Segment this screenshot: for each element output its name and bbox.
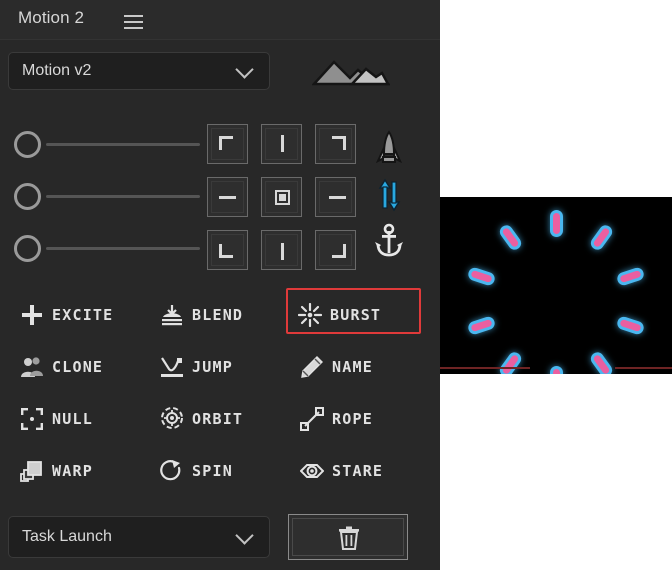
orbit-icon — [160, 407, 184, 431]
preset-dropdown-value: Motion v2 — [22, 62, 92, 79]
motion-panel: Motion 2 Motion v2 EXCITE BLEND BURST CL… — [0, 0, 440, 570]
vertical-arrows-icon[interactable] — [370, 175, 408, 215]
burst-dash — [501, 353, 520, 374]
slider-1[interactable] — [14, 131, 200, 159]
slider-1-track[interactable] — [46, 143, 200, 146]
burst-dash — [470, 318, 493, 332]
delete-button[interactable] — [288, 514, 408, 560]
action-stare[interactable]: STARE — [288, 446, 423, 492]
burst-dash — [501, 227, 520, 249]
action-spin-label: SPIN — [192, 462, 233, 480]
null-brackets-icon — [20, 407, 44, 431]
panel-titlebar: Motion 2 — [0, 0, 440, 40]
slider-1-knob[interactable] — [14, 131, 41, 158]
action-excite[interactable]: EXCITE — [8, 290, 143, 336]
plus-icon — [20, 303, 44, 327]
align-bottom-center[interactable] — [261, 230, 302, 270]
align-top-center[interactable] — [261, 124, 302, 164]
action-warp-label: WARP — [52, 462, 93, 480]
align-top-right[interactable] — [315, 124, 356, 164]
spin-arrow-icon — [160, 459, 184, 483]
burst-dash — [619, 318, 642, 332]
align-center[interactable] — [261, 177, 302, 217]
action-blend-label: BLEND — [192, 306, 244, 324]
action-null[interactable]: NULL — [8, 394, 143, 440]
burst-dash — [592, 353, 611, 374]
app-root: Motion 2 Motion v2 EXCITE BLEND BURST CL… — [0, 0, 672, 570]
action-rope-label: ROPE — [332, 410, 373, 428]
action-warp[interactable]: WARP — [8, 446, 143, 492]
trash-can-icon — [337, 526, 361, 550]
canvas-baseline — [440, 367, 672, 369]
alignment-grid — [207, 124, 356, 270]
action-excite-label: EXCITE — [52, 306, 114, 324]
align-middle-left[interactable] — [207, 177, 248, 217]
preview-canvas[interactable] — [440, 197, 672, 374]
preset-dropdown[interactable]: Motion v2 — [8, 52, 270, 90]
task-dropdown-value: Task Launch — [22, 528, 112, 545]
chevron-down-icon — [235, 526, 254, 545]
burst-rays-icon — [297, 302, 323, 328]
slider-3[interactable] — [14, 235, 200, 263]
pencil-icon — [300, 355, 324, 379]
action-jump[interactable]: JUMP — [148, 342, 283, 388]
action-orbit[interactable]: ORBIT — [148, 394, 283, 440]
burst-dash — [619, 270, 642, 284]
chevron-down-icon — [235, 60, 254, 79]
action-name[interactable]: NAME — [288, 342, 423, 388]
rope-link-icon — [300, 407, 324, 431]
action-clone[interactable]: CLONE — [8, 342, 143, 388]
action-orbit-label: ORBIT — [192, 410, 244, 428]
action-button-grid: EXCITE BLEND BURST CLONE JUMP NAME NULL … — [0, 288, 440, 495]
slider-2-knob[interactable] — [14, 183, 41, 210]
eye-icon — [299, 459, 325, 483]
clone-people-icon — [20, 355, 44, 379]
align-bottom-right[interactable] — [315, 230, 356, 270]
burst-dash — [552, 212, 560, 234]
align-top-left[interactable] — [207, 124, 248, 164]
hamburger-menu-icon[interactable] — [124, 15, 143, 29]
action-stare-label: STARE — [332, 462, 384, 480]
jump-arc-icon — [160, 355, 184, 379]
action-spin[interactable]: SPIN — [148, 446, 283, 492]
burst-dash — [470, 270, 493, 284]
slider-2-track[interactable] — [46, 195, 200, 198]
blend-layers-icon — [160, 303, 184, 327]
align-middle-right[interactable] — [315, 177, 356, 217]
slider-3-knob[interactable] — [14, 235, 41, 262]
slider-3-track[interactable] — [46, 247, 200, 250]
align-bottom-left[interactable] — [207, 230, 248, 270]
anchor-icon[interactable] — [370, 221, 408, 261]
mountains-image-icon — [311, 56, 393, 86]
warp-stack-icon — [20, 459, 44, 483]
action-jump-label: JUMP — [192, 358, 233, 376]
burst-dash — [592, 227, 611, 249]
page-title: Motion 2 — [18, 8, 85, 27]
slider-2[interactable] — [14, 183, 200, 211]
action-blend[interactable]: BLEND — [148, 290, 283, 336]
burst-dash — [552, 368, 560, 374]
action-burst-label: BURST — [330, 306, 382, 324]
tool-icon-strip — [370, 128, 408, 268]
task-dropdown[interactable]: Task Launch — [8, 516, 270, 558]
action-null-label: NULL — [52, 410, 93, 428]
action-rope[interactable]: ROPE — [288, 394, 423, 440]
action-burst[interactable]: BURST — [286, 288, 421, 334]
action-name-label: NAME — [332, 358, 373, 376]
action-clone-label: CLONE — [52, 358, 104, 376]
rocket-icon[interactable] — [370, 128, 408, 168]
